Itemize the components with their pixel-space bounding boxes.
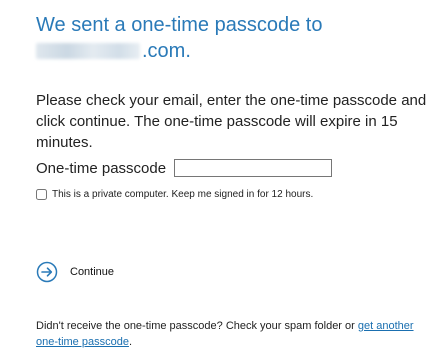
instructions-text: Please check your email, enter the one-t… — [36, 92, 427, 151]
resend-help-prefix: Didn't receive the one-time passcode? Ch… — [36, 320, 358, 332]
page-heading: We sent a one-time passcode to .com. — [36, 12, 436, 64]
keep-signed-in-row: This is a private computer. Keep me sign… — [36, 189, 313, 200]
arrow-right-circle-icon[interactable] — [36, 261, 58, 283]
redacted-email — [36, 43, 140, 59]
heading-email-line: .com. — [36, 38, 436, 64]
continue-button[interactable]: Continue — [36, 261, 114, 283]
resend-help-text: Didn't receive the one-time passcode? Ch… — [36, 318, 428, 350]
keep-signed-in-checkbox[interactable] — [36, 189, 47, 200]
resend-help-end: . — [128, 336, 133, 348]
heading-line-1: We sent a one-time passcode to — [36, 14, 323, 36]
continue-label[interactable]: Continue — [70, 266, 114, 278]
otp-page: We sent a one-time passcode to .com. Ple… — [36, 12, 436, 348]
email-domain-suffix: .com. — [142, 40, 191, 62]
passcode-input[interactable] — [174, 159, 333, 177]
passcode-label: One-time passcode — [36, 159, 167, 177]
keep-signed-in-label: This is a private computer. Keep me sign… — [52, 189, 314, 200]
passcode-row: One-time passcode — [36, 159, 333, 177]
